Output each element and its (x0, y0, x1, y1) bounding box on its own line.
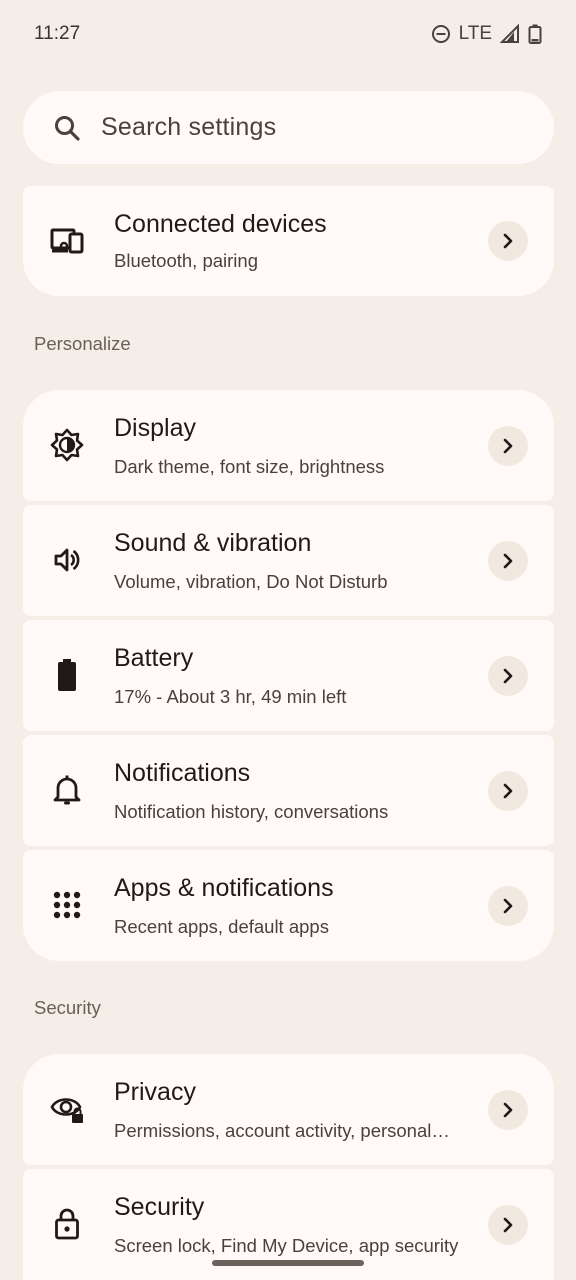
devices-icon (50, 224, 84, 258)
do-not-disturb-icon (431, 24, 451, 44)
item-summary: Notification history, conversations (114, 801, 389, 822)
settings-item-privacy[interactable]: Privacy Permissions, account activity, p… (23, 1054, 554, 1165)
bell-icon (50, 773, 84, 807)
status-time: 11:27 (34, 23, 81, 44)
chevron-right-icon (488, 221, 528, 261)
chevron-right-icon (488, 771, 528, 811)
status-icons: LTE (431, 23, 542, 45)
item-summary: 17% - About 3 hr, 49 min left (114, 686, 347, 707)
item-summary: Dark theme, font size, brightness (114, 456, 385, 477)
settings-item-battery[interactable]: Battery 17% - About 3 hr, 49 min left (23, 620, 554, 731)
section-header-security: Security (34, 997, 101, 1018)
apps-grid-icon (50, 888, 84, 922)
chevron-right-icon (488, 1090, 528, 1130)
section-header-personalize: Personalize (34, 333, 131, 354)
battery-icon (528, 24, 542, 44)
item-title: Display (114, 414, 196, 442)
item-title: Sound & vibration (114, 529, 312, 557)
search-bar[interactable]: Search settings (23, 91, 554, 164)
item-title: Security (114, 1193, 205, 1221)
settings-item-notifications[interactable]: Notifications Notification history, conv… (23, 735, 554, 846)
item-summary: Screen lock, Find My Device, app securit… (114, 1235, 459, 1256)
item-title: Battery (114, 644, 194, 672)
settings-item-apps[interactable]: Apps & notifications Recent apps, defaul… (23, 850, 554, 961)
volume-icon (50, 543, 84, 577)
search-icon (53, 114, 81, 142)
gesture-nav-handle[interactable] (212, 1260, 364, 1266)
item-summary: Permissions, account activity, personal… (114, 1120, 450, 1141)
battery-icon (50, 658, 84, 692)
search-placeholder: Search settings (101, 113, 277, 141)
item-title: Notifications (114, 759, 251, 787)
lock-icon (50, 1207, 84, 1241)
chevron-right-icon (488, 656, 528, 696)
settings-item-display[interactable]: Display Dark theme, font size, brightnes… (23, 390, 554, 501)
item-summary: Bluetooth, pairing (114, 250, 258, 271)
status-bar: 11:27 LTE (0, 0, 576, 68)
chevron-right-icon (488, 886, 528, 926)
item-title: Privacy (114, 1078, 196, 1106)
settings-item-connected-devices[interactable]: Connected devices Bluetooth, pairing (23, 186, 554, 296)
chevron-right-icon (488, 1205, 528, 1245)
brightness-icon (50, 428, 84, 462)
item-summary: Volume, vibration, Do Not Disturb (114, 571, 388, 592)
settings-item-sound[interactable]: Sound & vibration Volume, vibration, Do … (23, 505, 554, 616)
item-title: Apps & notifications (114, 874, 334, 902)
chevron-right-icon (488, 541, 528, 581)
signal-icon (500, 24, 520, 44)
network-type: LTE (458, 23, 492, 44)
privacy-eye-icon (50, 1092, 84, 1126)
item-title: Connected devices (114, 210, 327, 238)
chevron-right-icon (488, 426, 528, 466)
item-summary: Recent apps, default apps (114, 916, 329, 937)
